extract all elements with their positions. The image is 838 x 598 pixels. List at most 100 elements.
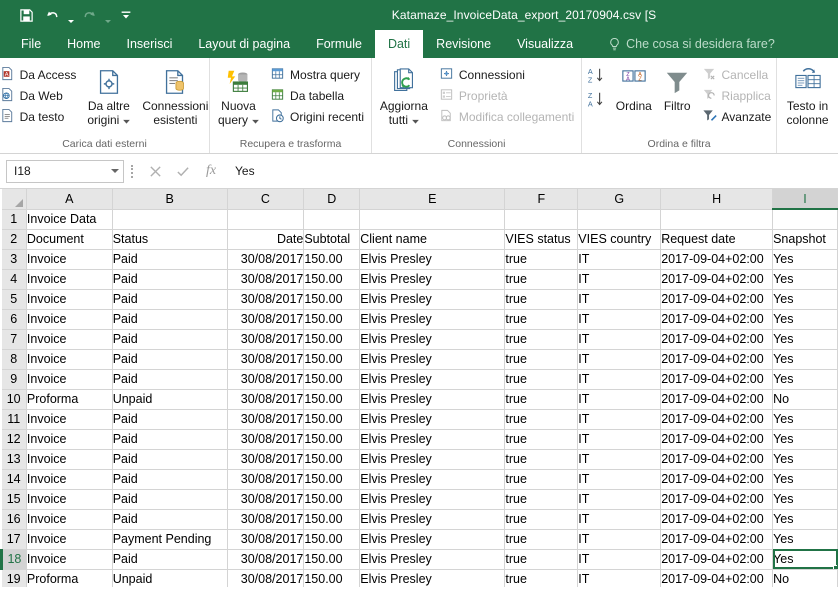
cell-G12[interactable]: IT: [577, 429, 662, 450]
tab-revisione[interactable]: Revisione: [423, 30, 504, 58]
row-header-5[interactable]: 5: [1, 289, 27, 310]
cell-A1[interactable]: Invoice Data: [26, 209, 113, 230]
cell-E15[interactable]: Elvis Presley: [359, 489, 506, 510]
cell-A9[interactable]: Invoice: [26, 369, 113, 390]
cell-G7[interactable]: IT: [577, 329, 662, 350]
cell-B16[interactable]: Paid: [112, 509, 228, 530]
undo-button[interactable]: [40, 4, 64, 26]
cell-I18[interactable]: Yes: [772, 549, 838, 570]
mostra-query-button[interactable]: Mostra query: [265, 64, 369, 85]
cell-E17[interactable]: Elvis Presley: [359, 529, 506, 550]
da-access-button[interactable]: A Da Access: [0, 64, 81, 85]
row-header-13[interactable]: 13: [1, 449, 27, 470]
cell-A17[interactable]: Invoice: [26, 529, 113, 550]
column-header-c[interactable]: C: [227, 189, 305, 210]
cell-E13[interactable]: Elvis Presley: [359, 449, 506, 470]
cell-A8[interactable]: Invoice: [26, 349, 113, 370]
cell-H10[interactable]: 2017-09-04+02:00: [660, 389, 774, 410]
cell-E9[interactable]: Elvis Presley: [359, 369, 506, 390]
cell-I7[interactable]: Yes: [772, 329, 838, 350]
cell-B8[interactable]: Paid: [112, 349, 228, 370]
cell-H14[interactable]: 2017-09-04+02:00: [660, 469, 774, 490]
row-header-10[interactable]: 10: [1, 389, 27, 410]
da-web-button[interactable]: Da Web: [0, 85, 81, 106]
cell-D19[interactable]: 150.00: [303, 569, 361, 587]
cell-H17[interactable]: 2017-09-04+02:00: [660, 529, 774, 550]
cell-A5[interactable]: Invoice: [26, 289, 113, 310]
cell-G3[interactable]: IT: [577, 249, 662, 270]
tab-formule[interactable]: Formule: [303, 30, 375, 58]
row-header-11[interactable]: 11: [1, 409, 27, 430]
cell-H7[interactable]: 2017-09-04+02:00: [660, 329, 774, 350]
tab-layout-di-pagina[interactable]: Layout di pagina: [185, 30, 303, 58]
cell-F17[interactable]: true: [504, 529, 579, 550]
da-tabella-button[interactable]: Da tabella: [265, 85, 369, 106]
chevron-down-icon[interactable]: [252, 113, 259, 127]
cell-C3[interactable]: 30/08/2017: [227, 249, 305, 270]
cell-B2[interactable]: Status: [112, 229, 228, 250]
cell-D5[interactable]: 150.00: [303, 289, 361, 310]
cell-A6[interactable]: Invoice: [26, 309, 113, 330]
row-header-14[interactable]: 14: [1, 469, 27, 490]
cell-F8[interactable]: true: [504, 349, 579, 370]
cell-G6[interactable]: IT: [577, 309, 662, 330]
cell-F15[interactable]: true: [504, 489, 579, 510]
row-header-17[interactable]: 17: [1, 529, 27, 550]
cell-A12[interactable]: Invoice: [26, 429, 113, 450]
cell-I6[interactable]: Yes: [772, 309, 838, 330]
cell-A16[interactable]: Invoice: [26, 509, 113, 530]
cell-B19[interactable]: Unpaid: [112, 569, 228, 587]
row-header-6[interactable]: 6: [1, 309, 27, 330]
row-header-19[interactable]: 19: [1, 569, 27, 587]
cell-G19[interactable]: IT: [577, 569, 662, 587]
cell-F19[interactable]: true: [504, 569, 579, 587]
cell-C16[interactable]: 30/08/2017: [227, 509, 305, 530]
cell-A7[interactable]: Invoice: [26, 329, 113, 350]
cell-A4[interactable]: Invoice: [26, 269, 113, 290]
cell-F4[interactable]: true: [504, 269, 579, 290]
filtro-button[interactable]: Filtro: [658, 62, 697, 113]
cell-E6[interactable]: Elvis Presley: [359, 309, 506, 330]
tell-me-box[interactable]: Che cosa si desidera fare?: [598, 30, 785, 58]
cell-F6[interactable]: true: [504, 309, 579, 330]
row-header-18[interactable]: 18: [0, 549, 27, 570]
cell-I10[interactable]: No: [772, 389, 838, 410]
cancel-icon[interactable]: [141, 160, 169, 182]
cell-B14[interactable]: Paid: [112, 469, 228, 490]
cell-H6[interactable]: 2017-09-04+02:00: [660, 309, 774, 330]
select-all-corner[interactable]: [1, 189, 27, 210]
column-header-g[interactable]: G: [577, 189, 662, 210]
cell-H11[interactable]: 2017-09-04+02:00: [660, 409, 774, 430]
customize-qat-button[interactable]: [114, 4, 138, 26]
cell-G16[interactable]: IT: [577, 509, 662, 530]
cell-H4[interactable]: 2017-09-04+02:00: [660, 269, 774, 290]
chevron-down-icon[interactable]: [111, 169, 119, 173]
column-header-h[interactable]: H: [660, 189, 774, 210]
cell-H19[interactable]: 2017-09-04+02:00: [660, 569, 774, 587]
cell-G14[interactable]: IT: [577, 469, 662, 490]
cell-F11[interactable]: true: [504, 409, 579, 430]
cell-G8[interactable]: IT: [577, 349, 662, 370]
cell-C18[interactable]: 30/08/2017: [227, 549, 305, 570]
testo-in-colonne-button[interactable]: Testo in colonne: [781, 62, 835, 127]
cell-C6[interactable]: 30/08/2017: [227, 309, 305, 330]
cell-F13[interactable]: true: [504, 449, 579, 470]
nuova-query-button[interactable]: Nuova query: [212, 62, 265, 127]
row-header-16[interactable]: 16: [1, 509, 27, 530]
cell-B18[interactable]: Paid: [112, 549, 228, 570]
cell-B6[interactable]: Paid: [112, 309, 228, 330]
cell-E18[interactable]: Elvis Presley: [359, 549, 506, 570]
cell-D17[interactable]: 150.00: [303, 529, 361, 550]
cell-E14[interactable]: Elvis Presley: [359, 469, 506, 490]
cell-A3[interactable]: Invoice: [26, 249, 113, 270]
save-button[interactable]: [14, 4, 38, 26]
cell-I11[interactable]: Yes: [772, 409, 838, 430]
cell-G11[interactable]: IT: [577, 409, 662, 430]
fill-handle[interactable]: [833, 564, 837, 568]
cell-D15[interactable]: 150.00: [303, 489, 361, 510]
cell-G2[interactable]: VIES country: [577, 229, 662, 250]
cell-F18[interactable]: true: [504, 549, 579, 570]
cell-A10[interactable]: Proforma: [26, 389, 113, 410]
cell-I4[interactable]: Yes: [772, 269, 838, 290]
cell-H15[interactable]: 2017-09-04+02:00: [660, 489, 774, 510]
